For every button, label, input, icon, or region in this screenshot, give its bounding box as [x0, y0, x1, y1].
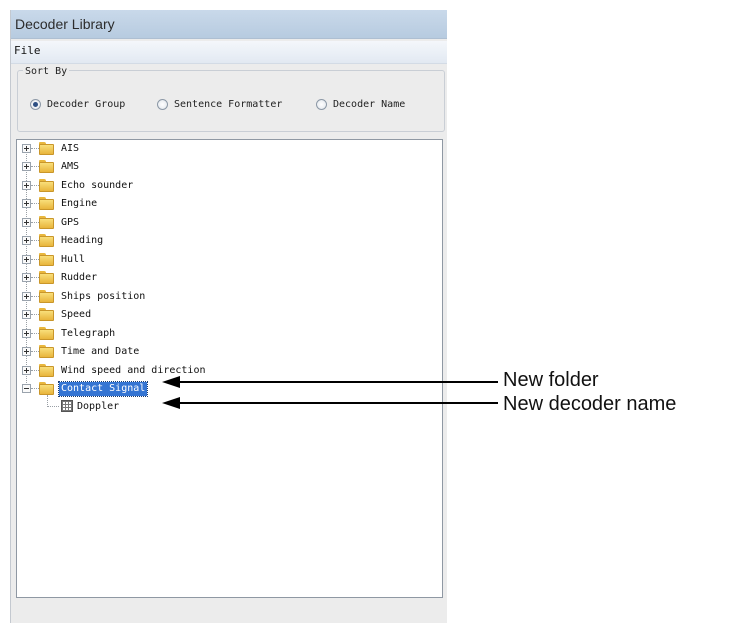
folder-icon	[39, 345, 55, 359]
menu-file[interactable]: File	[14, 44, 41, 57]
annotation-new-decoder: New decoder name	[503, 393, 677, 415]
tree-connector	[31, 370, 39, 371]
window-title: Decoder Library	[15, 16, 115, 32]
tree-folder-label[interactable]: Engine	[59, 197, 99, 211]
folder-icon	[39, 253, 55, 267]
tree-folder-label[interactable]: Speed	[59, 308, 93, 322]
radio-label: Decoder Group	[47, 98, 126, 110]
tree-decoder-doppler[interactable]: Doppler	[17, 398, 317, 416]
tree-folder-label[interactable]: Wind speed and direction	[59, 364, 208, 378]
tree-folder[interactable]: AMS	[17, 158, 317, 176]
expand-plus-icon[interactable]	[22, 347, 31, 356]
tree-folder-label[interactable]: GPS	[59, 216, 81, 230]
expand-plus-icon[interactable]	[22, 162, 31, 171]
tree-connector	[31, 388, 39, 389]
tree-connector	[31, 296, 39, 297]
tree-folder[interactable]: Wind speed and direction	[17, 362, 317, 380]
status-bar	[11, 600, 447, 623]
sort-by-label: Sort By	[23, 66, 70, 77]
tree-folder[interactable]: Speed	[17, 306, 317, 324]
radio-decoder-name[interactable]: Decoder Name	[316, 96, 405, 112]
folder-icon	[39, 197, 55, 211]
tree-connector	[31, 185, 39, 186]
expand-plus-icon[interactable]	[22, 255, 31, 264]
expand-plus-icon[interactable]	[22, 236, 31, 245]
tree-connector	[31, 314, 39, 315]
tree-folder-label[interactable]: Heading	[59, 234, 105, 248]
folder-icon	[39, 216, 55, 230]
expand-plus-icon[interactable]	[22, 292, 31, 301]
folder-icon	[39, 327, 55, 341]
radio-sentence-formatter[interactable]: Sentence Formatter	[157, 96, 282, 112]
menu-bar: File	[11, 41, 447, 64]
tree-folder[interactable]: Engine	[17, 195, 317, 213]
tree-folder-label[interactable]: Time and Date	[59, 345, 141, 359]
tree-connector	[31, 333, 39, 334]
tree-decoder-label[interactable]: Doppler	[77, 400, 119, 414]
tree-connector	[31, 203, 39, 204]
tree-folder-label[interactable]: Echo sounder	[59, 179, 135, 193]
expand-plus-icon[interactable]	[22, 366, 31, 375]
expand-plus-icon[interactable]	[22, 144, 31, 153]
tree-folder[interactable]: Echo sounder	[17, 177, 317, 195]
tree-folder-label[interactable]: AIS	[59, 142, 81, 156]
radio-label: Decoder Name	[333, 98, 406, 110]
tree-folder[interactable]: AIS	[17, 140, 317, 158]
tree-connector	[47, 406, 59, 407]
tree-folder-label-selected[interactable]: Contact Signal	[57, 381, 149, 397]
folder-icon	[39, 234, 55, 248]
tree-folder[interactable]: Telegraph	[17, 325, 317, 343]
tree-folder-label[interactable]: Telegraph	[59, 327, 117, 341]
tree-connector	[31, 166, 39, 167]
radio-unselected-icon	[316, 98, 327, 110]
expand-plus-icon[interactable]	[22, 273, 31, 282]
folder-icon	[39, 271, 55, 285]
tree-connector	[31, 351, 39, 352]
expand-plus-icon[interactable]	[22, 329, 31, 338]
tree-folder-contact-signal[interactable]: Contact Signal	[17, 380, 317, 398]
tree-folder-label[interactable]: AMS	[59, 160, 81, 174]
folder-icon	[39, 308, 55, 322]
collapse-minus-icon[interactable]	[22, 384, 31, 393]
folder-icon	[39, 179, 55, 193]
tree-folder[interactable]: Heading	[17, 232, 317, 250]
decoder-library-window: Decoder Library File Sort By Decoder Gro…	[10, 10, 447, 623]
tree-connector	[31, 222, 39, 223]
tree-connector	[31, 277, 39, 278]
tree-connector	[31, 259, 39, 260]
folder-icon	[39, 160, 55, 174]
tree-folder[interactable]: Ships position	[17, 288, 317, 306]
expand-plus-icon[interactable]	[22, 310, 31, 319]
radio-label: Sentence Formatter	[174, 98, 283, 110]
folder-icon	[39, 290, 55, 304]
expand-plus-icon[interactable]	[22, 181, 31, 190]
tree-folder[interactable]: Time and Date	[17, 343, 317, 361]
title-bar: Decoder Library	[11, 10, 447, 39]
folder-icon	[39, 364, 55, 378]
tree-connector	[31, 148, 39, 149]
decoder-tree[interactable]: AIS AMS Echo sounder Engine GPS Heading …	[16, 139, 443, 598]
expand-plus-icon[interactable]	[22, 218, 31, 227]
decoder-icon	[61, 400, 73, 412]
folder-icon	[39, 382, 55, 396]
tree-folder-label[interactable]: Ships position	[59, 290, 147, 304]
radio-selected-icon	[30, 98, 41, 110]
tree-folder-label[interactable]: Hull	[59, 253, 87, 267]
tree-folder[interactable]: Rudder	[17, 269, 317, 287]
expand-plus-icon[interactable]	[22, 199, 31, 208]
tree-folder[interactable]: GPS	[17, 214, 317, 232]
radio-decoder-group[interactable]: Decoder Group	[30, 96, 125, 112]
tree-folder[interactable]: Hull	[17, 251, 317, 269]
folder-icon	[39, 142, 55, 156]
tree-connector	[31, 240, 39, 241]
tree-folder-label[interactable]: Rudder	[59, 271, 99, 285]
annotation-new-folder: New folder	[503, 369, 599, 391]
radio-unselected-icon	[157, 98, 168, 110]
